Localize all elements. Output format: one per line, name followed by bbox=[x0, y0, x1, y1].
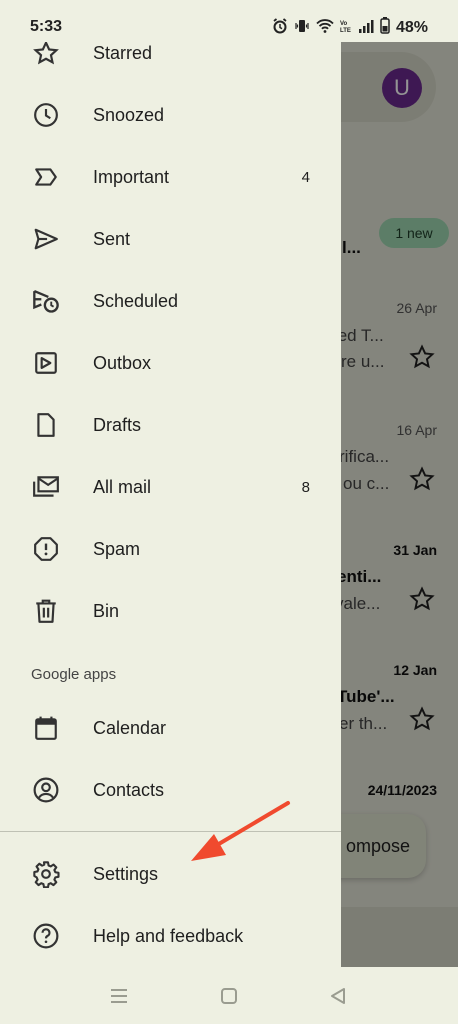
back-icon[interactable] bbox=[325, 983, 351, 1009]
all-mail-icon bbox=[32, 473, 60, 501]
drawer-item-calendar[interactable]: Calendar bbox=[0, 697, 341, 759]
drawer-item-sent[interactable]: Sent bbox=[0, 208, 341, 270]
outbox-icon bbox=[32, 349, 60, 377]
system-navigation-bar bbox=[0, 967, 458, 1024]
drawer-item-snoozed[interactable]: Snoozed bbox=[0, 84, 341, 146]
drawer-item-label: Sent bbox=[93, 228, 131, 249]
send-icon bbox=[32, 225, 60, 253]
calendar-icon bbox=[32, 714, 60, 742]
help-icon bbox=[32, 922, 60, 950]
clock-icon bbox=[32, 101, 60, 129]
drawer-item-label: Contacts bbox=[93, 779, 165, 800]
drawer-item-bin[interactable]: Bin bbox=[0, 580, 341, 642]
status-bar: 5:33 Vo LTE 48% bbox=[0, 0, 458, 42]
drawer-item-label: Calendar bbox=[93, 717, 167, 738]
unread-count: 4 bbox=[301, 168, 310, 186]
svg-text:Vo: Vo bbox=[340, 21, 348, 27]
google-apps-heading: Google apps bbox=[31, 666, 117, 683]
signal-icon bbox=[358, 18, 374, 38]
drawer-item-label: Help and feedback bbox=[93, 925, 244, 946]
recent-apps-icon[interactable] bbox=[106, 983, 132, 1009]
scheduled-send-icon bbox=[32, 287, 60, 315]
drawer-item-label: Important bbox=[93, 166, 170, 187]
drawer-item-label: Drafts bbox=[93, 414, 142, 435]
drawer-item-spam[interactable]: Spam bbox=[0, 518, 341, 580]
alarm-icon bbox=[272, 17, 288, 38]
drawer-item-settings[interactable]: Settings bbox=[0, 843, 341, 905]
drawer-item-label: All mail bbox=[93, 476, 152, 497]
drawer-item-label: Starred bbox=[93, 42, 153, 63]
important-icon bbox=[32, 163, 60, 191]
star-icon bbox=[32, 42, 60, 67]
status-time: 5:33 bbox=[30, 18, 63, 35]
home-icon[interactable] bbox=[216, 983, 242, 1009]
status-icons: Vo LTE 48% bbox=[272, 17, 428, 38]
spam-icon bbox=[32, 535, 60, 563]
battery-icon bbox=[380, 17, 390, 38]
gear-icon bbox=[32, 860, 60, 888]
drawer-item-label: Scheduled bbox=[93, 290, 179, 311]
drawer-item-label: Bin bbox=[93, 600, 120, 621]
unread-count: 8 bbox=[301, 478, 310, 496]
drawer-item-contacts[interactable]: Contacts bbox=[0, 759, 341, 821]
drawer-item-label: Spam bbox=[93, 538, 141, 559]
volte-icon: Vo LTE bbox=[340, 18, 352, 38]
drawer-divider bbox=[0, 831, 341, 832]
navigation-drawer: Starred Snoozed Important 4 Sent Schedul… bbox=[0, 42, 341, 967]
drawer-item-drafts[interactable]: Drafts bbox=[0, 394, 341, 456]
drawer-item-label: Outbox bbox=[93, 352, 152, 373]
drawer-item-scheduled[interactable]: Scheduled bbox=[0, 270, 341, 332]
drawer-item-label: Settings bbox=[93, 863, 159, 884]
contacts-icon bbox=[32, 776, 60, 804]
drawer-item-label: Snoozed bbox=[93, 104, 165, 125]
drawer-item-help[interactable]: Help and feedback bbox=[0, 905, 341, 967]
drawer-item-starred[interactable]: Starred bbox=[0, 42, 341, 84]
drawer-item-all-mail[interactable]: All mail 8 bbox=[0, 456, 341, 518]
battery-percent: 48% bbox=[395, 18, 428, 36]
draft-icon bbox=[32, 411, 60, 439]
svg-text:LTE: LTE bbox=[340, 28, 351, 34]
drawer-item-important[interactable]: Important 4 bbox=[0, 146, 341, 208]
drawer-item-outbox[interactable]: Outbox bbox=[0, 332, 341, 394]
bin-icon bbox=[32, 597, 60, 625]
scrim-overlay[interactable] bbox=[341, 42, 458, 967]
wifi-icon bbox=[316, 18, 334, 38]
vibrate-icon bbox=[294, 18, 310, 38]
